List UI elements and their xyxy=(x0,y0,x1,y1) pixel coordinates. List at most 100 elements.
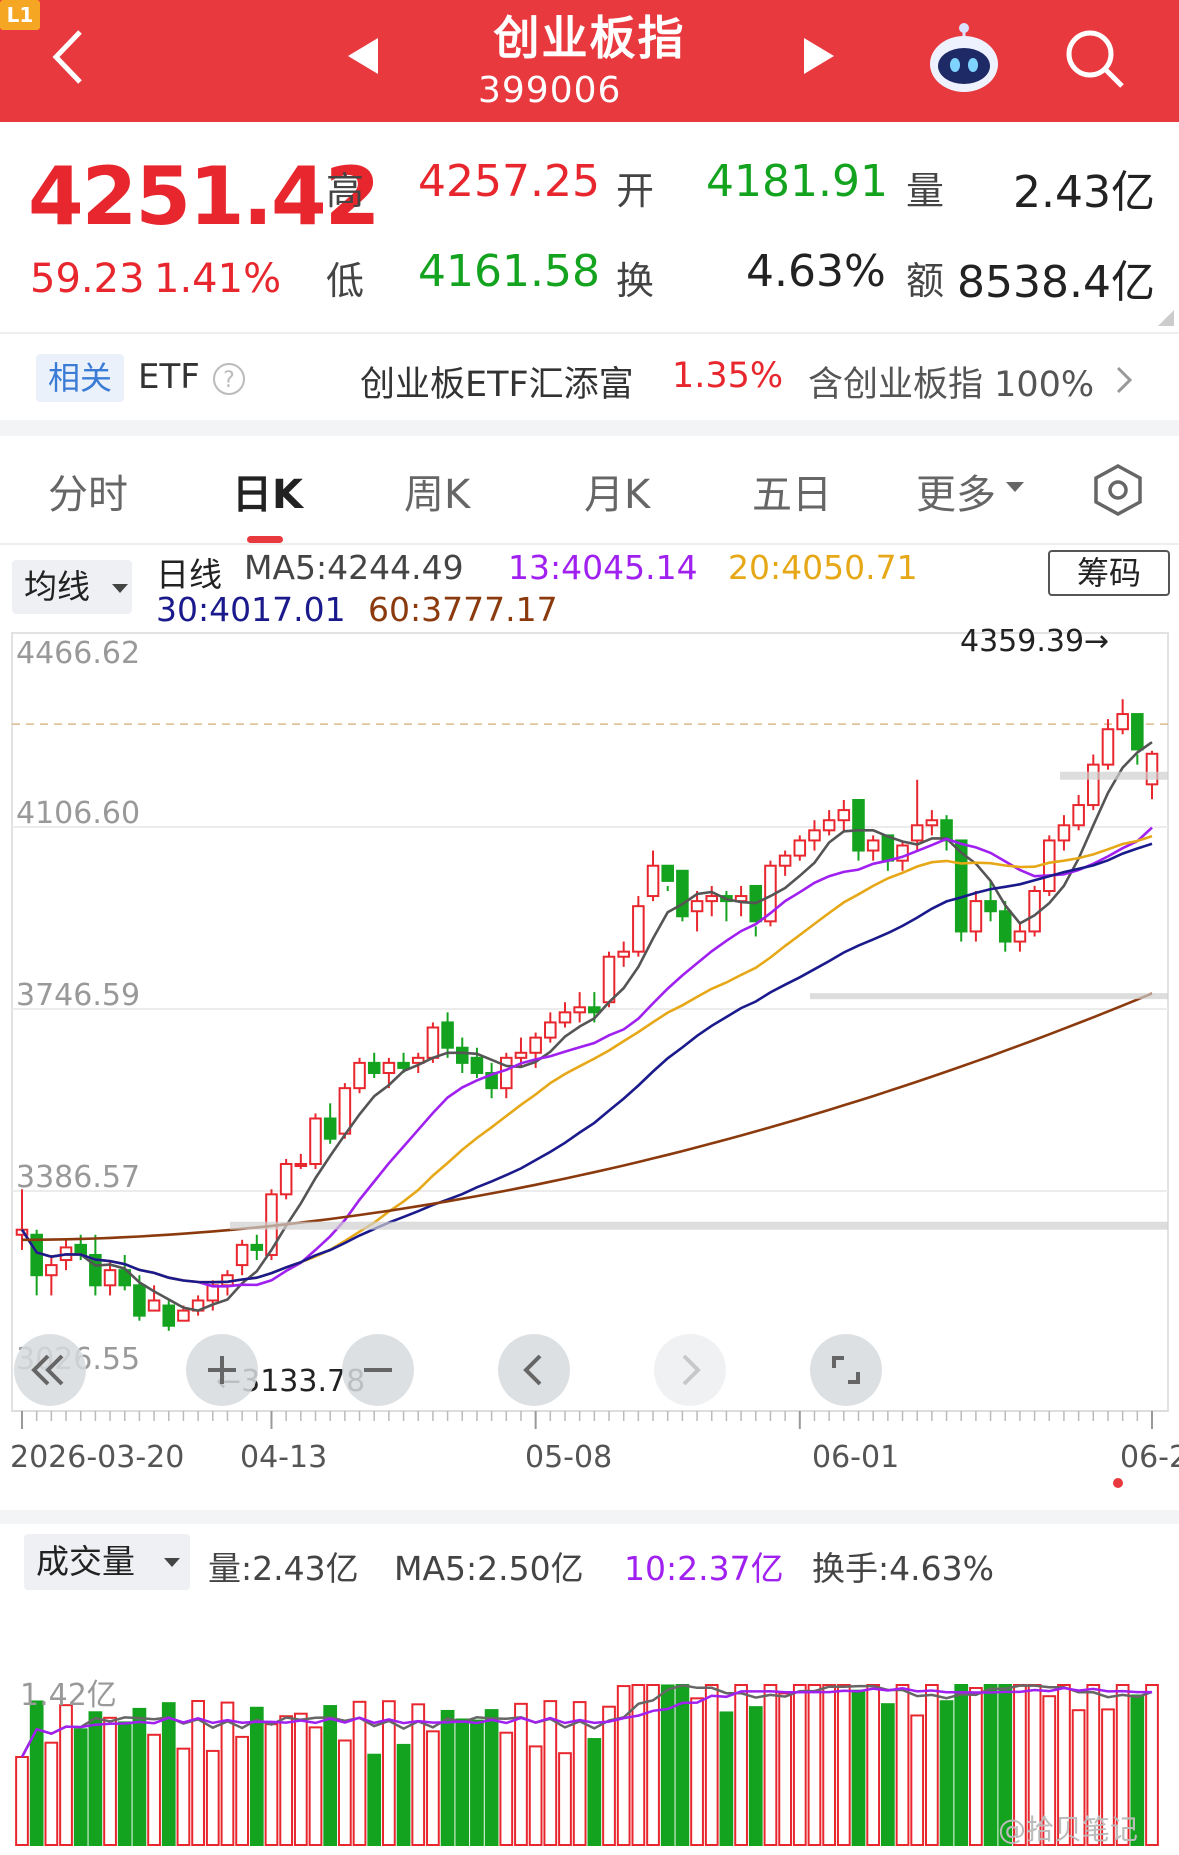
top-nav-bar: 创业板指 399006 L1 xyxy=(0,0,1179,122)
candle-body xyxy=(602,955,616,1004)
etf-contains: 含创业板指 100% xyxy=(808,365,1095,405)
candle-body xyxy=(910,824,924,842)
candle-body xyxy=(441,1021,454,1049)
help-icon[interactable]: ? xyxy=(212,362,246,396)
candle-body xyxy=(103,1269,117,1287)
etf-row[interactable]: 创业板ETF汇添富 1.35% 含创业板指 100% xyxy=(360,352,1170,408)
candle-body xyxy=(162,1304,176,1327)
volume-indicator-dropdown[interactable]: 成交量 xyxy=(24,1534,190,1590)
volume-bar xyxy=(969,1687,983,1846)
volume-bar xyxy=(15,1756,29,1846)
candle-body xyxy=(514,1051,528,1059)
volume-bar xyxy=(763,1684,778,1846)
volume-bar xyxy=(337,1739,352,1847)
candle-body xyxy=(309,1117,322,1165)
candle-body xyxy=(279,1162,293,1196)
volume-bar xyxy=(1145,1684,1159,1846)
candle-body xyxy=(822,819,836,832)
candlestick-chart[interactable]: 4466.624106.603746.593386.573026.554359.… xyxy=(0,625,1179,1505)
fullscreen-button[interactable] xyxy=(810,1334,882,1406)
candle-body xyxy=(984,900,997,913)
candle-body xyxy=(1013,930,1027,943)
chevron-down-icon xyxy=(164,1558,180,1567)
volume-bar xyxy=(778,1692,792,1846)
chevron-down-icon xyxy=(1006,482,1024,492)
candle-body xyxy=(661,864,674,882)
tab-more[interactable]: 更多 xyxy=(916,462,996,520)
svg-text:?: ? xyxy=(223,368,235,393)
tab-weekly-k[interactable]: 周K xyxy=(404,462,470,520)
volume-bar xyxy=(954,1684,969,1846)
zoom-out-button[interactable] xyxy=(342,1334,414,1406)
volume-bar xyxy=(895,1684,910,1846)
ma13-value: 13:4045.14 xyxy=(508,548,698,587)
expand-corner-icon[interactable] xyxy=(1158,310,1174,326)
price-change: 59.23 xyxy=(30,256,145,302)
ma-type-dropdown[interactable]: 均线 xyxy=(12,560,132,614)
volume-value: 2.43亿 xyxy=(1013,167,1155,218)
candle-body xyxy=(558,1011,572,1024)
volume-bar xyxy=(690,1697,704,1846)
support-band xyxy=(810,993,1168,1000)
etf-label: ETF xyxy=(138,357,200,397)
candle-body xyxy=(808,829,821,842)
chevron-right-icon xyxy=(682,1354,701,1386)
candle-body xyxy=(529,1036,542,1054)
y-tick-label: 3746.59 xyxy=(16,978,140,1013)
support-band xyxy=(230,1221,1168,1230)
ma60-line xyxy=(22,992,1153,1242)
settings-hexagon-icon[interactable] xyxy=(1090,462,1146,518)
volume-bar xyxy=(103,1716,117,1846)
turnover-value: 4.63% xyxy=(746,246,886,297)
robot-assistant-icon[interactable] xyxy=(924,20,1004,96)
etf-name: 创业板ETF汇添富 xyxy=(360,365,634,405)
ma60-value: 60:3777.17 xyxy=(368,590,558,629)
tab-intraday[interactable]: 分时 xyxy=(48,462,128,520)
volume-ma5: MA5:2.50亿 xyxy=(394,1549,584,1588)
candle-body xyxy=(133,1284,146,1317)
y-tick-label: 4106.60 xyxy=(16,796,140,831)
zoom-in-button[interactable] xyxy=(186,1334,258,1406)
candle-body xyxy=(925,819,939,827)
search-icon[interactable] xyxy=(1062,26,1128,92)
candle-body xyxy=(617,950,630,958)
active-tab-indicator xyxy=(247,536,283,543)
candle-body xyxy=(544,1021,557,1039)
volume-bar xyxy=(851,1689,866,1846)
scroll-left-fast-button[interactable] xyxy=(14,1334,86,1406)
tab-monthly-k[interactable]: 月K xyxy=(584,462,650,520)
minus-icon xyxy=(364,1368,392,1372)
plus-icon xyxy=(208,1356,236,1384)
volume-bar xyxy=(176,1747,191,1846)
volume-bar xyxy=(602,1705,616,1846)
etf-pct: 1.35% xyxy=(672,356,784,396)
volume-bar xyxy=(514,1702,528,1846)
candle-body xyxy=(426,1026,440,1059)
candle-body xyxy=(500,1056,513,1090)
candle-body xyxy=(778,854,792,867)
volume-bar xyxy=(939,1700,954,1846)
volume-bar xyxy=(499,1731,514,1847)
candle-body xyxy=(588,1006,601,1014)
volume-bar xyxy=(352,1700,367,1846)
y-tick-label: 4466.62 xyxy=(16,636,140,671)
volume-bar xyxy=(132,1707,147,1847)
volume-bar xyxy=(470,1719,484,1846)
candle-body xyxy=(1042,839,1056,893)
divider xyxy=(0,543,1179,545)
candle-body xyxy=(147,1299,161,1312)
tab-daily-k[interactable]: 日K xyxy=(232,462,303,520)
tab-five-day[interactable]: 五日 xyxy=(752,462,832,520)
open-value: 4181.91 xyxy=(706,156,888,207)
scroll-left-button[interactable] xyxy=(498,1334,570,1406)
next-stock-icon[interactable] xyxy=(800,36,836,76)
volume-bar xyxy=(323,1705,338,1846)
scroll-right-button[interactable] xyxy=(654,1334,726,1406)
candle-body xyxy=(455,1046,469,1064)
candle-body xyxy=(690,900,704,913)
chips-button[interactable]: 筹码 xyxy=(1048,550,1170,596)
candle-body xyxy=(1145,752,1159,786)
candle-body xyxy=(852,799,865,852)
low-label: 低 xyxy=(326,259,365,303)
chevron-left-icon xyxy=(523,1354,542,1386)
